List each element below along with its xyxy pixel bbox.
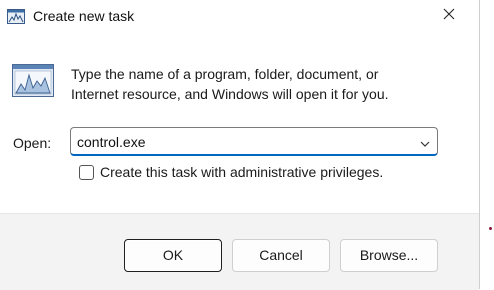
admin-privileges-label: Create this task with administrative pri… (100, 164, 384, 180)
background-artifact (489, 227, 492, 230)
ok-button[interactable]: OK (124, 239, 222, 272)
title-bar[interactable]: Create new task (0, 0, 479, 32)
run-app-icon (7, 9, 25, 29)
open-label: Open: (13, 135, 52, 151)
description-line: Internet resource, and Windows will open… (71, 86, 389, 102)
admin-privileges-checkbox[interactable] (79, 164, 94, 180)
browse-button[interactable]: Browse... (340, 239, 438, 272)
open-combobox[interactable]: control.exe (70, 127, 438, 156)
run-app-icon (12, 64, 54, 102)
close-button[interactable] (430, 0, 468, 32)
chevron-down-icon[interactable] (420, 136, 430, 154)
admin-privileges-option[interactable]: Create this task with administrative pri… (79, 161, 383, 183)
close-icon (443, 7, 455, 25)
description-text: Type the name of a program, folder, docu… (71, 64, 451, 104)
open-input[interactable]: control.exe (77, 133, 145, 151)
cancel-button[interactable]: Cancel (232, 239, 330, 272)
window-title: Create new task (33, 8, 135, 24)
description-line: Type the name of a program, folder, docu… (71, 66, 379, 82)
create-new-task-dialog: Create new task Type the name of a progr… (0, 0, 480, 290)
